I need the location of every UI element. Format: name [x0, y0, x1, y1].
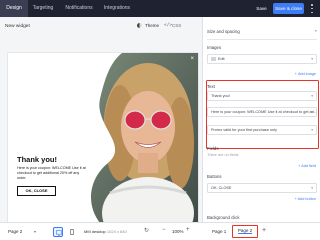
vertical-dots-icon[interactable]: [309, 4, 315, 13]
button-field[interactable]: OK, CLOSE ▾: [207, 183, 317, 193]
image-icon: [211, 57, 216, 61]
size-spacing-section[interactable]: Size and spacing: [207, 29, 240, 34]
desktop-view-button[interactable]: [53, 227, 63, 237]
page-tab-1[interactable]: Page 1: [212, 229, 226, 234]
image-field-value: Edit: [218, 57, 225, 61]
tab-design[interactable]: Design: [0, 0, 28, 17]
popup-title: Thank you!: [17, 155, 58, 164]
page-select[interactable]: Page 2 ▾: [8, 228, 36, 236]
chevron-down-icon: ▾: [311, 128, 313, 132]
page-tab-2-label: Page 2: [237, 228, 253, 234]
save-button[interactable]: Save: [252, 3, 271, 14]
chevron-down-icon: ▾: [311, 110, 313, 114]
save-and-close-button[interactable]: Save & close: [273, 3, 304, 14]
bottom-bar: Page 2 ▾ MM desktop 1024 x 640 ↻ − 100% …: [0, 222, 320, 240]
zoom-in-icon[interactable]: +: [186, 227, 190, 233]
image-field[interactable]: Edit ▾: [207, 54, 317, 64]
text-field-1-value: Thank you!: [211, 94, 230, 98]
chevron-down-icon: ▾: [33, 229, 36, 234]
text-field-2-value: Here is your coupon: WELCOME Use it at c…: [211, 110, 317, 114]
add-image-link[interactable]: + Add image: [295, 72, 316, 76]
fields-section-title: Fields: [207, 146, 219, 151]
contrast-icon: [137, 23, 142, 28]
popup-body: Here is your coupon: WELCOME Use it at c…: [17, 166, 86, 180]
desktop-icon: [56, 230, 62, 236]
text-section-title: Text: [207, 84, 215, 89]
theme-label: Theme: [145, 23, 160, 28]
popup-preview[interactable]: × Thank you! Here is your coupon: WELCOM…: [8, 53, 198, 233]
chevron-down-icon: ▾: [311, 57, 313, 61]
text-field-3-value: Promo valid for your first purchase only: [211, 128, 277, 132]
top-bar: Design Targeting Notifications Integrati…: [0, 0, 320, 17]
add-button-link[interactable]: + Add button: [295, 197, 316, 201]
screen-size-select[interactable]: MM desktop 1024 x 640: [84, 228, 134, 236]
tab-integrations[interactable]: Integrations: [99, 0, 135, 17]
size-label: MM desktop: [84, 229, 106, 234]
css-label: CSS: [172, 23, 182, 28]
page-select-value: Page 2: [8, 229, 23, 234]
chevron-down-icon: ▾: [311, 186, 313, 190]
text-field-1[interactable]: Thank you! ▾: [207, 91, 317, 101]
settings-panel: Size and spacing ▾ Images Edit ▾ + Add i…: [202, 17, 320, 222]
mobile-view-button[interactable]: [67, 227, 77, 237]
add-page-icon[interactable]: +: [262, 227, 266, 234]
text-field-2[interactable]: Here is your coupon: WELCOME Use it at c…: [207, 107, 317, 117]
chevron-down-icon: ▾: [311, 94, 313, 98]
tab-targeting[interactable]: Targeting: [28, 0, 58, 17]
widget-name[interactable]: New widget: [5, 24, 30, 29]
zoom-level: 100%: [172, 229, 184, 234]
size-detail: 1024 x 640: [106, 229, 127, 234]
code-icon: </>: [164, 23, 173, 28]
popup-ok-button[interactable]: OK, CLOSE: [17, 186, 56, 196]
refresh-icon[interactable]: ↻: [144, 227, 149, 234]
page-tab-2[interactable]: Page 2: [232, 225, 258, 238]
zoom-out-icon[interactable]: −: [162, 227, 166, 233]
tab-notifications[interactable]: Notifications: [60, 0, 98, 17]
images-section-title: Images: [207, 45, 222, 50]
button-field-value: OK, CLOSE: [211, 186, 232, 190]
add-field-link[interactable]: + Add field: [298, 164, 316, 168]
close-icon[interactable]: ×: [190, 56, 194, 62]
popup-image: [90, 53, 198, 233]
text-field-3[interactable]: Promo valid for your first purchase only…: [207, 125, 317, 135]
no-fields-text: There are no fields: [207, 153, 239, 157]
chevron-down-icon[interactable]: ▾: [315, 29, 317, 33]
divider: [207, 39, 317, 40]
mobile-icon: [70, 229, 74, 235]
buttons-section-title: Buttons: [207, 174, 222, 179]
canvas-area: New widget Theme </> CSS × Thank you! He…: [0, 17, 202, 233]
background-click-section[interactable]: Background click: [207, 215, 239, 220]
